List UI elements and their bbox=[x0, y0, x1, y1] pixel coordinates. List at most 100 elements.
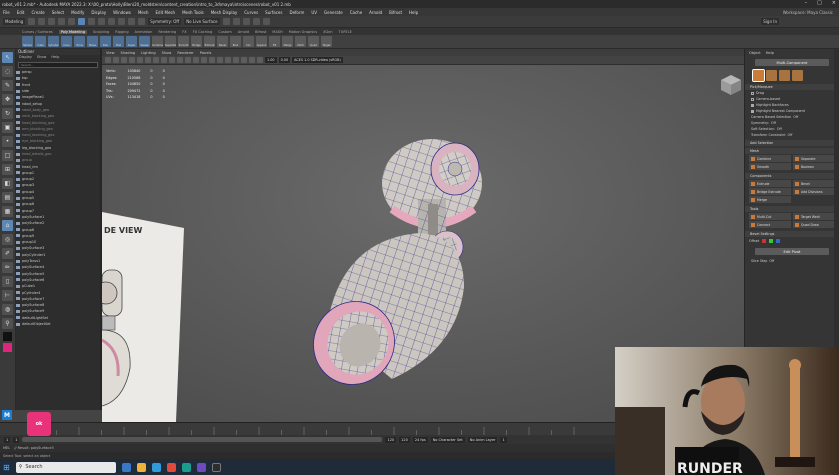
color-swatch-pink[interactable] bbox=[3, 343, 12, 352]
brush-icon[interactable]: ✏ bbox=[2, 262, 13, 273]
menu-modify[interactable]: Modify bbox=[71, 10, 84, 15]
outliner-menu-show[interactable]: Show bbox=[37, 55, 46, 61]
paint-icon[interactable]: ✐ bbox=[2, 248, 13, 259]
shelf-bridge-button[interactable]: Bridge bbox=[191, 36, 202, 47]
menu-surfaces[interactable]: Surfaces bbox=[265, 10, 282, 15]
shelf-tab-bifrost[interactable]: Bifrost bbox=[255, 30, 266, 34]
taskbar-search-box[interactable]: ⚲ Search bbox=[15, 461, 116, 473]
safe-action-icon[interactable] bbox=[177, 57, 183, 63]
save-scene-icon[interactable] bbox=[48, 18, 56, 25]
extrude-button[interactable]: Extrude bbox=[749, 180, 791, 187]
shelf-tab-motion-graphics[interactable]: Motion Graphics bbox=[289, 30, 317, 34]
hypershade-icon[interactable] bbox=[252, 18, 260, 25]
playback-start-field[interactable]: 1 bbox=[13, 436, 20, 443]
smooth-button[interactable]: Smooth bbox=[749, 163, 791, 170]
new-scene-icon[interactable] bbox=[28, 18, 36, 25]
exposure-field[interactable]: 0.00 bbox=[278, 57, 291, 63]
image-plane-icon[interactable] bbox=[129, 57, 135, 63]
gate-mask-icon[interactable] bbox=[161, 57, 167, 63]
bridge-extrude-button[interactable]: Bridge Extrude bbox=[749, 188, 791, 195]
menu-create[interactable]: Create bbox=[31, 10, 44, 15]
menu-curves[interactable]: Curves bbox=[244, 10, 258, 15]
menuset-dropdown[interactable]: Modeling bbox=[3, 18, 26, 25]
shelf-fill-hole-button[interactable]: Fill bbox=[269, 36, 280, 47]
object-mode-icon[interactable] bbox=[752, 69, 765, 82]
viewport-menu-renderer[interactable]: Renderer bbox=[177, 51, 193, 55]
character-set-dropdown[interactable]: No Character Set bbox=[430, 436, 465, 443]
obs-app-icon[interactable] bbox=[196, 462, 206, 472]
symmetry-dropdown[interactable]: Symmetry: Off bbox=[148, 18, 182, 25]
scale-tool-icon[interactable]: ▣ bbox=[2, 122, 13, 133]
offset-row[interactable]: Offset bbox=[745, 237, 839, 245]
close-icon[interactable]: × bbox=[832, 0, 836, 6]
snap-grid-icon[interactable] bbox=[108, 18, 116, 25]
shelf-tab-mash[interactable]: MASH bbox=[272, 30, 282, 34]
task-view-icon[interactable] bbox=[121, 462, 131, 472]
render-icon[interactable] bbox=[222, 18, 230, 25]
x-axis-swatch[interactable] bbox=[762, 239, 767, 243]
shelf-tab-custom[interactable]: Custom bbox=[218, 30, 231, 34]
quad-draw-button[interactable]: Quad Draw bbox=[793, 221, 835, 228]
playback-end-field[interactable]: 120 bbox=[385, 436, 397, 443]
anim-layer-dropdown[interactable]: No Anim Layer bbox=[467, 436, 498, 443]
ambient-occlusion-icon[interactable] bbox=[233, 57, 239, 63]
file-explorer-icon[interactable] bbox=[136, 462, 146, 472]
target-weld-button[interactable]: Target Weld bbox=[793, 213, 835, 220]
textured-icon[interactable] bbox=[209, 57, 215, 63]
z-axis-swatch[interactable] bbox=[776, 239, 781, 243]
viewport-menu-view[interactable]: View bbox=[106, 51, 115, 55]
camera-based-checkbox[interactable] bbox=[751, 97, 754, 101]
minimize-icon[interactable]: – bbox=[805, 0, 808, 6]
current-frame-field[interactable]: 1 bbox=[500, 436, 507, 443]
menu-cache[interactable]: Cache bbox=[350, 10, 362, 15]
select-component-icon[interactable] bbox=[98, 18, 106, 25]
menu-windows[interactable]: Windows bbox=[113, 10, 131, 15]
resolution-gate-icon[interactable] bbox=[153, 57, 159, 63]
shelf-multi-cut-button[interactable]: Multi bbox=[295, 36, 306, 47]
grid-icon[interactable] bbox=[137, 57, 143, 63]
y-axis-swatch[interactable] bbox=[769, 239, 774, 243]
highlight-nearest-checkbox[interactable] bbox=[751, 109, 754, 113]
vertex-mode-icon[interactable] bbox=[766, 70, 777, 81]
shelf-cone-button[interactable]: Cone bbox=[61, 36, 72, 47]
multi-component-button[interactable]: Multi-Component bbox=[755, 59, 829, 66]
add-selection-section[interactable]: Add Selection bbox=[745, 140, 839, 146]
gamma-field[interactable]: 1.00 bbox=[265, 57, 277, 63]
menu-help[interactable]: Help bbox=[409, 10, 418, 15]
workspace-selector[interactable]: Workspace: Maya Classic bbox=[783, 10, 833, 15]
layout-graph-icon[interactable]: ▦ bbox=[2, 206, 13, 217]
wireframe-on-shaded-icon[interactable] bbox=[201, 57, 207, 63]
merge-button[interactable]: Merge bbox=[749, 196, 791, 203]
camera-icon[interactable]: ◎ bbox=[2, 234, 13, 245]
sign-in-button[interactable]: Sign In bbox=[761, 18, 779, 25]
shelf-plane-button[interactable]: Plane bbox=[87, 36, 98, 47]
anti-alias-icon[interactable] bbox=[241, 57, 247, 63]
shelf-disc-button[interactable]: Disc bbox=[100, 36, 111, 47]
render-settings-icon[interactable] bbox=[242, 18, 250, 25]
edit-pivot-button[interactable]: Edit Pivot bbox=[755, 248, 829, 255]
lasso-tool-icon[interactable]: ◌ bbox=[2, 66, 13, 77]
shelf-cylinder-button[interactable]: Cylinder bbox=[48, 36, 59, 47]
shadows-icon[interactable] bbox=[225, 57, 231, 63]
menu-bifrost[interactable]: Bifrost bbox=[389, 10, 402, 15]
colorspace-dropdown[interactable]: ACES 1.0 SDR-video (sRGB) bbox=[292, 57, 343, 63]
shelf-tab-sculpting[interactable]: Sculpting bbox=[93, 30, 109, 34]
eraser-icon[interactable]: ▯ bbox=[2, 276, 13, 287]
rotate-tool-icon[interactable]: ↻ bbox=[2, 108, 13, 119]
shelf-smooth-button[interactable]: Smooth bbox=[178, 36, 189, 47]
select-hierarchy-icon[interactable] bbox=[78, 18, 86, 25]
menu-uv[interactable]: UV bbox=[311, 10, 317, 15]
arnold-render-icon[interactable] bbox=[262, 18, 270, 25]
separate-button[interactable]: Separate bbox=[793, 155, 835, 162]
lock-icon[interactable]: ⌂ bbox=[2, 220, 13, 231]
shelf-boolean-button[interactable]: Bool bbox=[230, 36, 241, 47]
shelf-extrude-button[interactable]: Extrude bbox=[204, 36, 215, 47]
toolkit-tab-help[interactable]: Help bbox=[766, 51, 774, 55]
smooth-shade-icon[interactable] bbox=[193, 57, 199, 63]
redo-icon[interactable] bbox=[68, 18, 76, 25]
paint-select-icon[interactable]: ✎ bbox=[2, 80, 13, 91]
shelf-tab-curves[interactable]: Curves / Surfaces bbox=[22, 30, 53, 34]
range-slider-bar[interactable] bbox=[22, 437, 383, 442]
snap-point-icon[interactable] bbox=[128, 18, 136, 25]
shelf-append-button[interactable]: Append bbox=[256, 36, 267, 47]
